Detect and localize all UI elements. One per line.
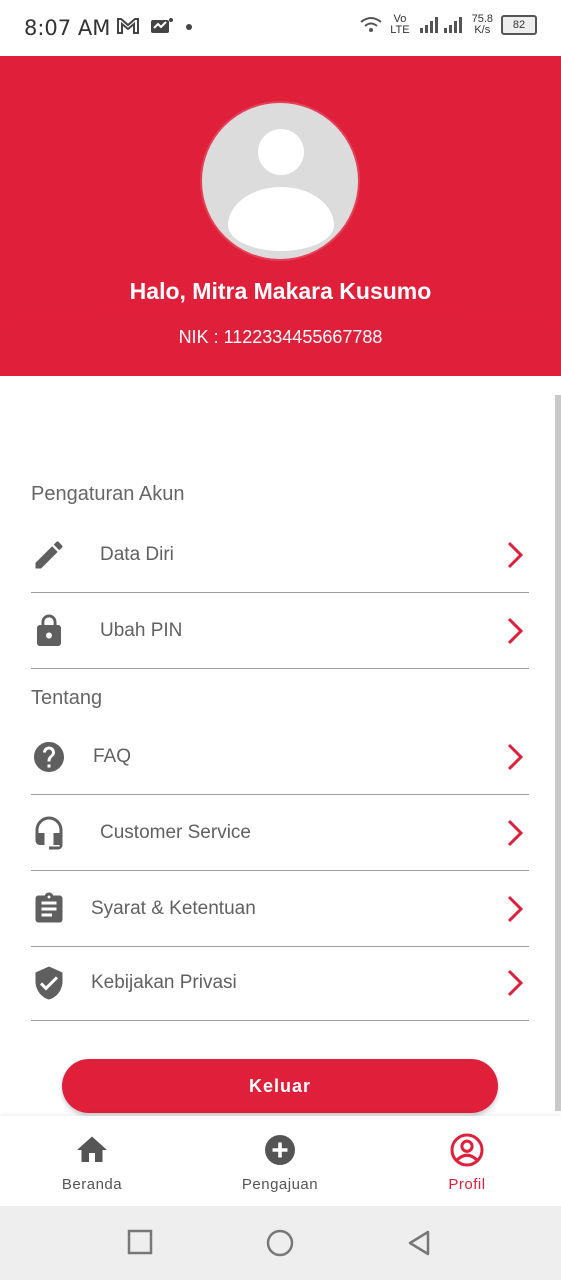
clipboard-icon (35, 892, 63, 923)
gmail-icon (117, 18, 139, 34)
bottom-nav: Beranda Pengajuan Profil (0, 1116, 561, 1206)
system-nav-bar (0, 1206, 561, 1280)
message-icon (151, 18, 173, 33)
chevron-right-icon (507, 969, 523, 997)
chevron-right-icon (507, 617, 523, 645)
recent-apps-icon[interactable] (126, 1228, 156, 1258)
menu-item-syarat-ketentuan[interactable]: Syarat & Ketentuan (31, 872, 529, 947)
shield-check-icon (35, 966, 63, 1000)
menu-label-faq: FAQ (93, 746, 132, 767)
menu-label-data-diri: Data Diri (100, 544, 174, 565)
avatar-head (258, 129, 304, 175)
signal-icon (419, 17, 462, 33)
status-notification-icons (116, 16, 194, 36)
nav-label-pengajuan: Pengajuan (241, 1176, 319, 1193)
help-icon (34, 742, 64, 772)
menu-item-data-diri[interactable]: Data Diri (31, 518, 529, 593)
chevron-right-icon (507, 743, 523, 771)
menu-label-kebijakan-privasi: Kebijakan Privasi (91, 972, 237, 993)
menu-item-kebijakan-privasi[interactable]: Kebijakan Privasi (31, 946, 529, 1021)
volte-indicator: Vo LTE (390, 13, 410, 36)
account-circle-icon (450, 1133, 484, 1167)
nav-item-pengajuan[interactable]: Pengajuan (220, 1116, 340, 1206)
nav-label-beranda: Beranda (61, 1176, 123, 1193)
status-right-icons: Vo LTE 75.8 K/s 82 (360, 14, 537, 36)
section-title-account: Pengaturan Akun (31, 483, 185, 505)
menu-item-customer-service[interactable]: Customer Service (31, 796, 529, 871)
chevron-right-icon (507, 541, 523, 569)
greeting-text: Halo, Mitra Makara Kusumo (129, 278, 432, 304)
battery-indicator: 82 (501, 15, 537, 35)
avatar-body (228, 187, 334, 251)
nav-item-beranda[interactable]: Beranda (32, 1116, 152, 1206)
dot-icon (186, 24, 192, 30)
network-speed: 75.8 K/s (471, 13, 493, 36)
menu-label-syarat-ketentuan: Syarat & Ketentuan (91, 898, 256, 919)
home-icon (77, 1136, 107, 1162)
menu-label-customer-service: Customer Service (100, 822, 251, 843)
avatar[interactable] (202, 103, 358, 259)
nav-item-profil[interactable]: Profil (407, 1116, 527, 1206)
scrollbar[interactable] (555, 395, 561, 1111)
status-bar: 8:07 AM Vo LTE 75.8 K/s 82 (0, 0, 561, 56)
back-icon[interactable] (404, 1228, 434, 1258)
wifi-icon (360, 17, 382, 32)
home-button-icon[interactable] (265, 1228, 295, 1258)
headset-icon (35, 816, 63, 850)
edit-icon (35, 541, 63, 569)
logout-button[interactable]: Keluar (62, 1059, 498, 1113)
add-circle-icon (265, 1135, 295, 1165)
status-time: 8:07 AM (24, 16, 111, 40)
nav-label-profil: Profil (448, 1176, 486, 1193)
lock-icon (37, 614, 61, 646)
menu-label-ubah-pin: Ubah PIN (100, 620, 183, 641)
chevron-right-icon (507, 895, 523, 923)
chevron-right-icon (507, 819, 523, 847)
menu-item-faq[interactable]: FAQ (31, 720, 529, 795)
nik-text: NIK : 1122334455667788 (178, 327, 383, 347)
menu-item-ubah-pin[interactable]: Ubah PIN (31, 594, 529, 669)
section-title-about: Tentang (31, 687, 103, 709)
